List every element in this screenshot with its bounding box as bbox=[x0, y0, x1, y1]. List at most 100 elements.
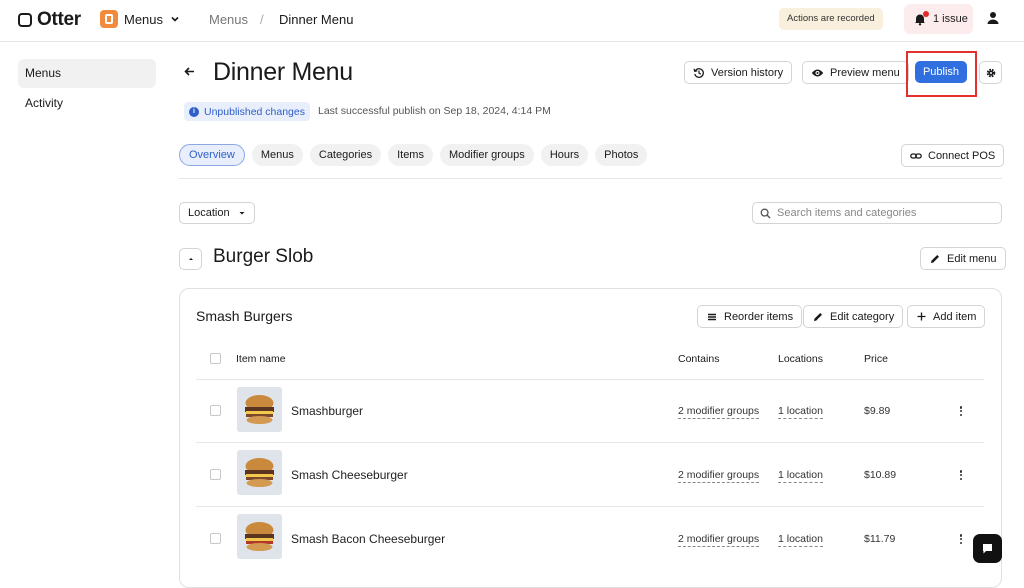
collapse-menu-button[interactable] bbox=[179, 248, 202, 270]
item-price: $11.79 bbox=[864, 533, 896, 545]
tab-photos[interactable]: Photos bbox=[595, 144, 648, 166]
sidebar: Menus Activity bbox=[18, 59, 156, 119]
item-photo bbox=[237, 514, 282, 559]
add-item-button[interactable]: Add item bbox=[907, 305, 986, 328]
table-row[interactable]: Smashburger 2 modifier groups 1 location… bbox=[196, 380, 984, 443]
caret-down-icon bbox=[239, 212, 245, 215]
edit-menu-label: Edit menu bbox=[947, 252, 997, 265]
link-icon bbox=[910, 152, 922, 159]
category-title: Smash Burgers bbox=[196, 308, 293, 324]
issues-button[interactable]: 1 issue bbox=[904, 4, 973, 34]
search-box[interactable] bbox=[752, 202, 1002, 224]
sidebar-item-menus[interactable]: Menus bbox=[18, 59, 156, 88]
row-checkbox[interactable] bbox=[210, 469, 221, 480]
tab-hours[interactable]: Hours bbox=[540, 144, 589, 166]
item-photo bbox=[237, 387, 282, 432]
list-icon bbox=[708, 313, 716, 320]
plus-icon bbox=[917, 312, 926, 321]
item-photo bbox=[237, 450, 282, 495]
column-header-contains: Contains bbox=[678, 353, 720, 365]
user-icon bbox=[987, 12, 999, 24]
menus-app-icon bbox=[100, 10, 118, 28]
tabs-divider bbox=[179, 178, 1002, 179]
recording-badge: Actions are recorded bbox=[779, 8, 883, 30]
modifier-groups-link[interactable]: 2 modifier groups bbox=[678, 405, 760, 419]
otter-logo[interactable]: Otter bbox=[18, 9, 81, 31]
edit-category-label: Edit category bbox=[830, 310, 895, 323]
info-icon: i bbox=[189, 106, 199, 117]
last-publish-text: Last successful publish on Sep 18, 2024,… bbox=[318, 105, 551, 117]
eye-icon bbox=[811, 69, 824, 76]
breadcrumb-menus[interactable]: Menus bbox=[209, 12, 248, 27]
item-name[interactable]: Smash Cheeseburger bbox=[291, 468, 408, 482]
add-item-label: Add item bbox=[933, 310, 977, 323]
table-row[interactable]: Smash Cheeseburger 2 modifier groups 1 l… bbox=[196, 443, 984, 506]
app-switcher[interactable]: Menus bbox=[100, 10, 181, 28]
locations-link[interactable]: 1 location bbox=[778, 469, 823, 483]
preview-menu-button[interactable]: Preview menu bbox=[802, 61, 909, 84]
menu-settings-button[interactable] bbox=[979, 61, 1002, 84]
unpublished-status-pill: i Unpublished changes bbox=[184, 102, 310, 121]
locations-link[interactable]: 1 location bbox=[778, 405, 823, 419]
more-options-icon[interactable] bbox=[958, 468, 964, 482]
breadcrumb-separator: / bbox=[260, 12, 264, 27]
arrow-left-icon bbox=[184, 67, 194, 76]
connect-pos-button[interactable]: Connect POS bbox=[901, 144, 1005, 167]
notification-dot bbox=[923, 11, 929, 17]
modifier-groups-link[interactable]: 2 modifier groups bbox=[678, 533, 760, 547]
unpublished-status-label: Unpublished changes bbox=[204, 105, 305, 118]
more-options-icon[interactable] bbox=[958, 404, 964, 418]
otter-logo-icon bbox=[18, 13, 32, 27]
tab-items[interactable]: Items bbox=[388, 144, 433, 166]
tab-categories[interactable]: Categories bbox=[309, 144, 382, 166]
connect-pos-label: Connect POS bbox=[928, 149, 996, 162]
edit-menu-button[interactable]: Edit menu bbox=[920, 247, 1006, 270]
reorder-items-button[interactable]: Reorder items bbox=[697, 305, 803, 328]
location-dropdown-label: Location bbox=[188, 207, 230, 219]
locations-link[interactable]: 1 location bbox=[778, 533, 823, 547]
column-header-price: Price bbox=[864, 353, 888, 365]
chat-bubble-icon bbox=[983, 544, 992, 554]
pencil-icon bbox=[931, 254, 939, 263]
gear-icon bbox=[986, 68, 995, 77]
pencil-icon bbox=[814, 312, 822, 321]
bell-icon bbox=[913, 11, 929, 26]
history-icon bbox=[693, 67, 704, 78]
chat-support-button[interactable] bbox=[973, 534, 1002, 563]
row-checkbox[interactable] bbox=[210, 533, 221, 544]
sidebar-item-activity[interactable]: Activity bbox=[18, 89, 156, 118]
tab-overview[interactable]: Overview bbox=[179, 144, 245, 166]
chevron-up-icon bbox=[188, 258, 193, 260]
version-history-label: Version history bbox=[711, 66, 784, 79]
item-price: $9.89 bbox=[864, 405, 891, 417]
table-row[interactable]: Smash Bacon Cheeseburger 2 modifier grou… bbox=[196, 507, 984, 570]
row-checkbox[interactable] bbox=[210, 405, 221, 416]
item-name[interactable]: Smash Bacon Cheeseburger bbox=[291, 532, 445, 546]
version-history-button[interactable]: Version history bbox=[684, 61, 793, 84]
tab-menus[interactable]: Menus bbox=[251, 144, 303, 166]
reorder-items-label: Reorder items bbox=[724, 310, 794, 323]
more-options-icon[interactable] bbox=[958, 532, 964, 546]
item-name[interactable]: Smashburger bbox=[291, 404, 363, 418]
menu-section-title: Burger Slob bbox=[213, 246, 314, 267]
preview-menu-label: Preview menu bbox=[830, 66, 900, 79]
search-icon bbox=[760, 208, 771, 218]
search-input[interactable] bbox=[777, 207, 987, 219]
user-account-button[interactable] bbox=[985, 10, 1001, 26]
chevron-down-icon bbox=[171, 16, 179, 22]
logo-text: Otter bbox=[37, 9, 81, 30]
issues-label: 1 issue bbox=[933, 13, 968, 25]
edit-category-button[interactable]: Edit category bbox=[803, 305, 904, 328]
app-switcher-label: Menus bbox=[124, 11, 164, 27]
item-price: $10.89 bbox=[864, 469, 897, 481]
publish-highlight-box bbox=[906, 51, 977, 97]
back-button[interactable] bbox=[183, 65, 196, 78]
select-all-checkbox[interactable] bbox=[210, 353, 221, 364]
column-header-item-name: Item name bbox=[236, 353, 286, 365]
modifier-groups-link[interactable]: 2 modifier groups bbox=[678, 469, 760, 483]
column-header-locations: Locations bbox=[778, 353, 823, 365]
tab-modifier-groups[interactable]: Modifier groups bbox=[439, 144, 534, 166]
breadcrumb-current: Dinner Menu bbox=[279, 12, 354, 27]
location-dropdown[interactable]: Location bbox=[179, 202, 255, 224]
page-title: Dinner Menu bbox=[213, 58, 353, 86]
